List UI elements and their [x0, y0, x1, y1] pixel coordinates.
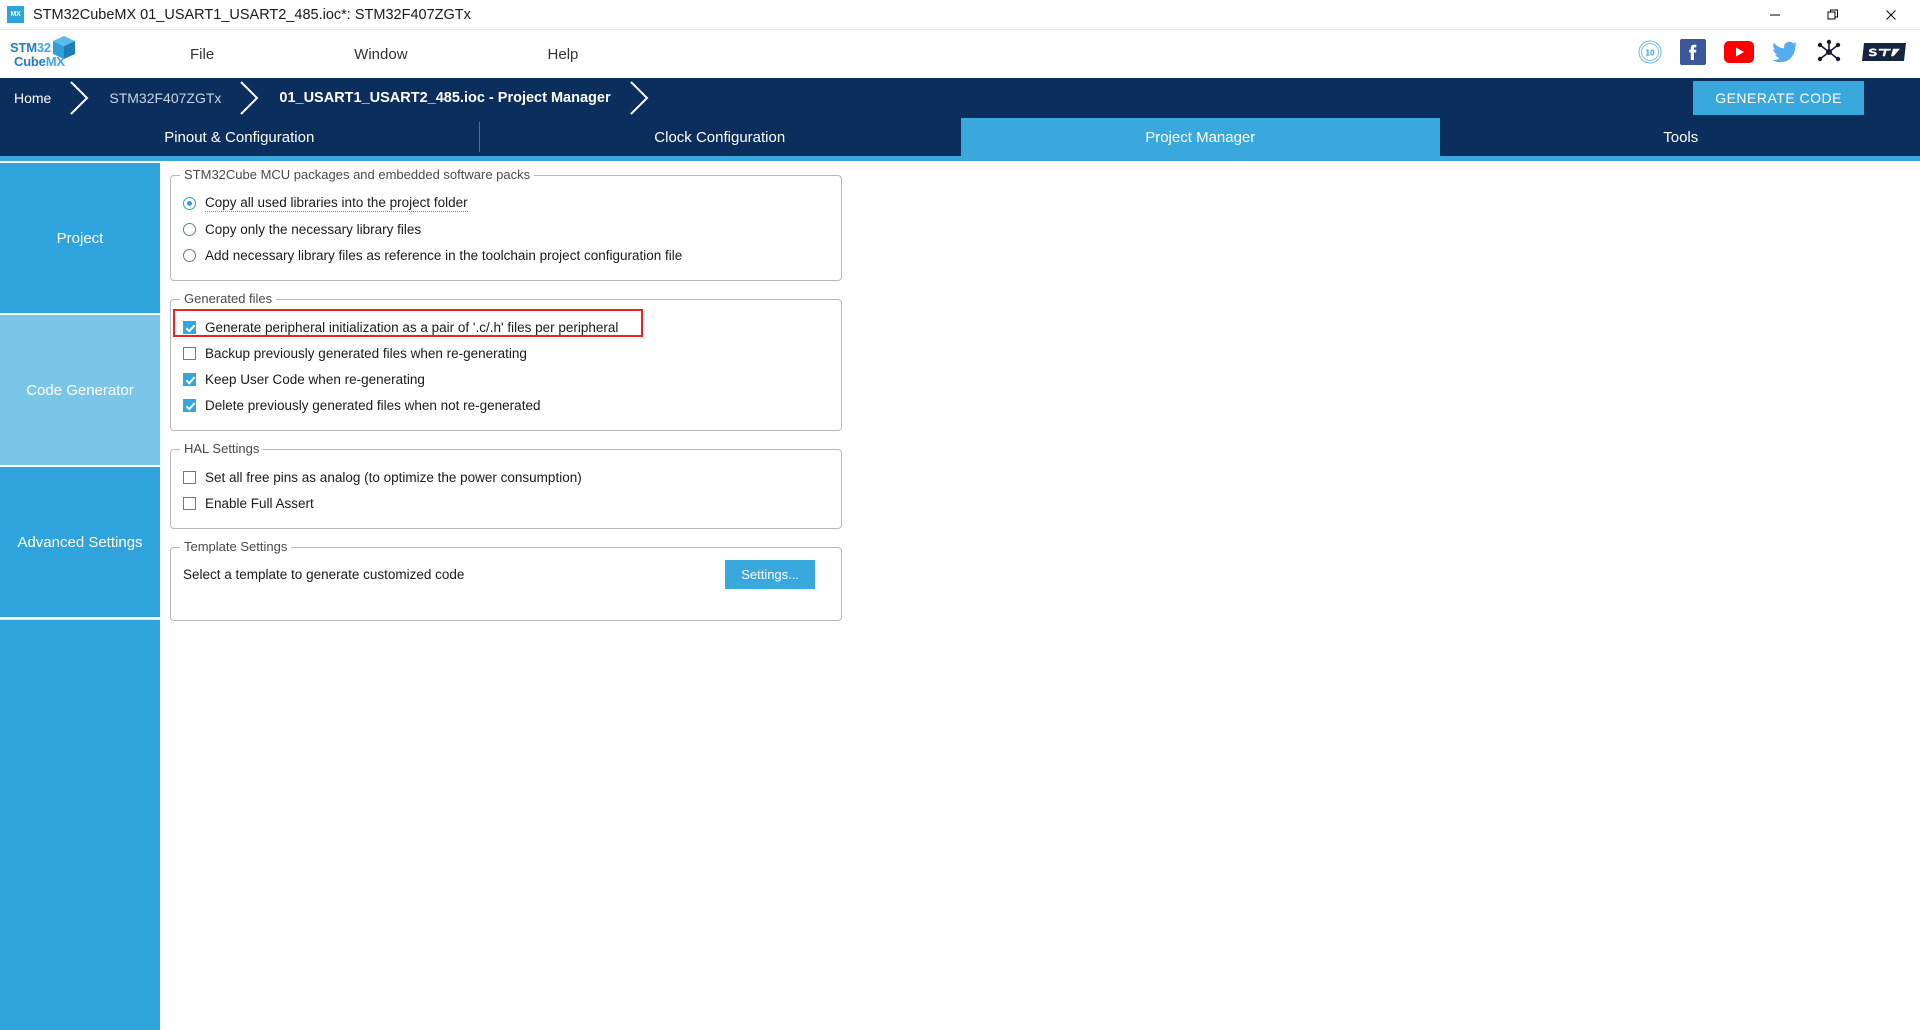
checkbox-label: Enable Full Assert — [205, 495, 314, 511]
tab-tools[interactable]: Tools — [1442, 118, 1920, 156]
checkbox-icon — [183, 398, 196, 412]
checkbox-icon — [183, 346, 196, 360]
sidebar-item-code-generator[interactable]: Code Generator — [0, 315, 160, 467]
group-title: Generated files — [180, 291, 277, 306]
checkbox-free-pins-analog[interactable]: Set all free pins as analog (to optimize… — [183, 464, 829, 490]
radio-copy-all-libraries[interactable]: Copy all used libraries into the project… — [183, 190, 829, 216]
menu-item-help[interactable]: Help — [538, 40, 589, 69]
checkbox-backup-generated-files[interactable]: Backup previously generated files when r… — [183, 340, 829, 366]
breadcrumb-item-home[interactable]: Home — [0, 78, 67, 118]
radio-icon — [183, 196, 196, 210]
checkbox-label: Delete previously generated files when n… — [205, 397, 541, 413]
checkbox-icon — [183, 470, 196, 484]
close-button[interactable] — [1862, 0, 1920, 30]
checkbox-icon — [183, 372, 196, 386]
checkbox-label: Generate peripheral initialization as a … — [205, 319, 619, 335]
sidebar-item-label: Code Generator — [26, 381, 134, 399]
sidebar-item-project[interactable]: Project — [0, 163, 160, 315]
group-mcu-packages: STM32Cube MCU packages and embedded soft… — [170, 167, 842, 281]
checkbox-label: Set all free pins as analog (to optimize… — [205, 469, 582, 485]
radio-label: Add necessary library files as reference… — [205, 247, 683, 263]
checkbox-label: Keep User Code when re-generating — [205, 371, 425, 387]
content-panel: STM32Cube MCU packages and embedded soft… — [160, 161, 1920, 1030]
tab-clock-configuration[interactable]: Clock Configuration — [481, 118, 961, 156]
tab-label: Project Manager — [1145, 128, 1256, 146]
group-title: HAL Settings — [180, 441, 264, 456]
checkbox-generate-peripheral-init[interactable]: Generate peripheral initialization as a … — [183, 314, 829, 340]
menu-item-window[interactable]: Window — [344, 40, 417, 69]
checkbox-delete-previously-generated[interactable]: Delete previously generated files when n… — [183, 392, 829, 418]
radio-icon — [183, 248, 196, 262]
app-icon: MX — [7, 6, 24, 23]
st-logo-icon[interactable] — [1860, 39, 1908, 70]
breadcrumb-items: Home STM32F407ZGTx 01_USART1_USART2_485.… — [0, 78, 653, 118]
radio-label: Copy only the necessary library files — [205, 221, 422, 237]
breadcrumb-item-current: 01_USART1_USART2_485.ioc - Project Manag… — [279, 90, 611, 106]
chevron-right-icon — [240, 81, 259, 115]
group-title: STM32Cube MCU packages and embedded soft… — [180, 167, 535, 182]
template-row: Select a template to generate customized… — [183, 559, 829, 608]
svg-text:10: 10 — [1646, 48, 1655, 57]
tab-project-manager[interactable]: Project Manager — [961, 118, 1442, 156]
checkbox-icon — [183, 320, 196, 334]
radio-add-as-reference[interactable]: Add necessary library files as reference… — [183, 242, 829, 268]
sidebar-item-advanced-settings[interactable]: Advanced Settings — [0, 467, 160, 619]
generate-code-button[interactable]: GENERATE CODE — [1693, 81, 1864, 115]
facebook-icon[interactable] — [1680, 38, 1706, 70]
menu-bar: STM32 CubeMX File Window Help 10 — [0, 30, 1920, 78]
title-bar: MX STM32CubeMX 01_USART1_USART2_485.ioc*… — [0, 0, 1920, 30]
window-title: STM32CubeMX 01_USART1_USART2_485.ioc*: S… — [33, 6, 471, 23]
restore-button[interactable] — [1804, 0, 1862, 30]
tab-label: Pinout & Configuration — [164, 128, 315, 146]
youtube-icon[interactable] — [1724, 40, 1754, 68]
chevron-right-icon — [629, 81, 649, 115]
sidebar-item-label: Project — [56, 229, 104, 247]
social-icons: 10 — [1620, 38, 1908, 70]
minimize-button[interactable] — [1746, 0, 1804, 30]
radio-icon — [183, 222, 196, 236]
tab-label: Tools — [1663, 128, 1699, 146]
breadcrumb-item-mcu[interactable]: STM32F407ZGTx — [93, 78, 237, 118]
twitter-icon[interactable] — [1772, 41, 1798, 68]
main-tabbar: Pinout & Configuration Clock Configurati… — [0, 118, 1920, 156]
menu-items: File Window Help — [180, 40, 708, 69]
tab-pinout-configuration[interactable]: Pinout & Configuration — [0, 118, 481, 156]
window-controls — [1746, 0, 1920, 30]
breadcrumb: Home STM32F407ZGTx 01_USART1_USART2_485.… — [0, 78, 1920, 118]
group-title: Template Settings — [180, 539, 292, 554]
chevron-right-icon — [70, 81, 89, 115]
tab-label: Clock Configuration — [654, 128, 786, 146]
checkbox-keep-user-code[interactable]: Keep User Code when re-generating — [183, 366, 829, 392]
template-settings-button[interactable]: Settings... — [725, 559, 815, 589]
menu-item-file[interactable]: File — [180, 40, 224, 69]
sidebar-filler — [0, 619, 160, 1030]
cube-icon — [52, 35, 76, 66]
checkbox-label: Backup previously generated files when r… — [205, 345, 527, 361]
radio-label: Copy all used libraries into the project… — [205, 194, 468, 212]
radio-copy-necessary-libraries[interactable]: Copy only the necessary library files — [183, 216, 829, 242]
template-description: Select a template to generate customized… — [183, 566, 465, 582]
sidebar: Project Code Generator Advanced Settings — [0, 161, 160, 1030]
group-hal-settings: HAL Settings Set all free pins as analog… — [170, 441, 842, 529]
cubemx-logo: STM32 CubeMX — [10, 33, 80, 75]
sidebar-item-label: Advanced Settings — [17, 533, 143, 551]
anniversary-10-years-icon[interactable]: 10 — [1638, 39, 1662, 69]
checkbox-enable-full-assert[interactable]: Enable Full Assert — [183, 490, 829, 516]
tab-separator — [478, 122, 480, 152]
body-area: Project Code Generator Advanced Settings… — [0, 161, 1920, 1030]
community-network-icon[interactable] — [1816, 39, 1842, 70]
group-template-settings: Template Settings Select a template to g… — [170, 539, 842, 621]
checkbox-icon — [183, 496, 196, 510]
group-generated-files: Generated files Generate peripheral init… — [170, 291, 842, 431]
logo-line-1: STM32 — [10, 40, 51, 55]
